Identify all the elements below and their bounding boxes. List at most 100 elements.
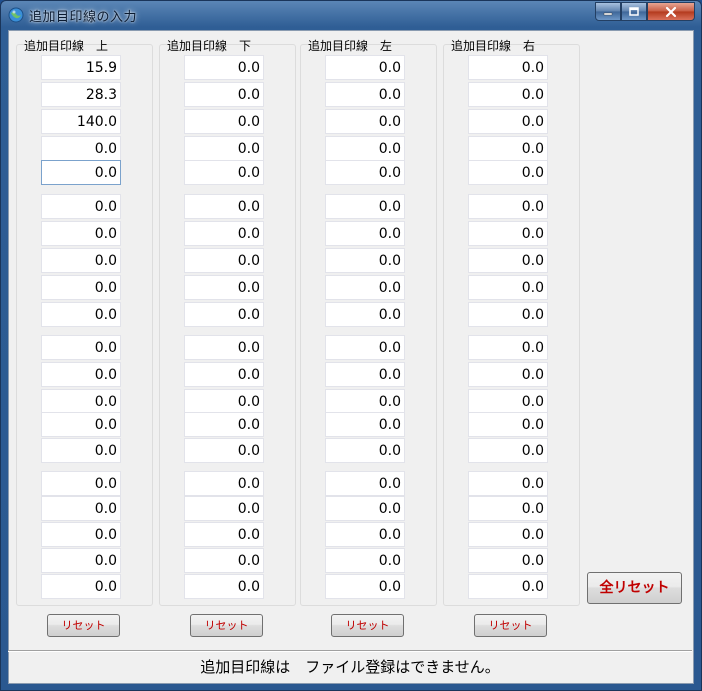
status-message: 追加目印線は ファイル登録はできません。 — [200, 658, 500, 676]
value-field-top-6[interactable] — [41, 194, 121, 219]
value-field-left-20[interactable] — [325, 574, 405, 599]
value-field-left-5[interactable] — [325, 160, 405, 185]
value-field-left-4[interactable] — [325, 136, 405, 161]
value-field-bottom-11[interactable] — [184, 335, 264, 360]
all-reset-button[interactable]: 全リセット — [587, 572, 682, 604]
value-field-left-6[interactable] — [325, 194, 405, 219]
value-field-bottom-6[interactable] — [184, 194, 264, 219]
value-field-top-5[interactable] — [41, 160, 121, 185]
value-field-right-2[interactable] — [468, 82, 548, 107]
value-field-top-1[interactable] — [41, 55, 121, 80]
value-field-right-16[interactable] — [468, 471, 548, 496]
value-field-left-12[interactable] — [325, 362, 405, 387]
column-label-left: 追加目印線 左 — [308, 39, 393, 53]
value-field-top-19[interactable] — [41, 548, 121, 573]
value-field-left-7[interactable] — [325, 221, 405, 246]
value-field-top-11[interactable] — [41, 335, 121, 360]
value-field-top-9[interactable] — [41, 275, 121, 300]
value-field-right-8[interactable] — [468, 248, 548, 273]
value-field-left-17[interactable] — [325, 496, 405, 521]
value-field-top-14[interactable] — [41, 412, 121, 437]
value-field-bottom-2[interactable] — [184, 82, 264, 107]
value-field-bottom-7[interactable] — [184, 221, 264, 246]
value-field-right-5[interactable] — [468, 160, 548, 185]
value-field-bottom-18[interactable] — [184, 522, 264, 547]
value-field-top-16[interactable] — [41, 471, 121, 496]
reset-button-left[interactable]: リセット — [331, 614, 404, 637]
globe-icon — [8, 7, 24, 23]
value-field-bottom-1[interactable] — [184, 55, 264, 80]
value-field-top-13[interactable] — [41, 389, 121, 414]
value-field-bottom-8[interactable] — [184, 248, 264, 273]
value-field-right-17[interactable] — [468, 496, 548, 521]
status-divider — [8, 650, 692, 652]
value-field-top-3[interactable] — [41, 109, 121, 134]
reset-button-right[interactable]: リセット — [474, 614, 547, 637]
value-field-top-18[interactable] — [41, 522, 121, 547]
value-field-bottom-14[interactable] — [184, 412, 264, 437]
value-field-left-18[interactable] — [325, 522, 405, 547]
value-field-right-12[interactable] — [468, 362, 548, 387]
value-field-left-16[interactable] — [325, 471, 405, 496]
reset-button-top[interactable]: リセット — [47, 614, 120, 637]
value-field-right-10[interactable] — [468, 302, 548, 327]
value-field-right-4[interactable] — [468, 136, 548, 161]
value-field-top-4[interactable] — [41, 136, 121, 161]
value-field-right-6[interactable] — [468, 194, 548, 219]
close-button[interactable] — [647, 2, 695, 21]
value-field-left-10[interactable] — [325, 302, 405, 327]
value-field-top-20[interactable] — [41, 574, 121, 599]
value-field-top-7[interactable] — [41, 221, 121, 246]
value-field-left-8[interactable] — [325, 248, 405, 273]
value-field-right-14[interactable] — [468, 412, 548, 437]
value-field-bottom-3[interactable] — [184, 109, 264, 134]
value-field-top-2[interactable] — [41, 82, 121, 107]
column-label-bottom: 追加目印線 下 — [167, 39, 252, 53]
value-field-right-11[interactable] — [468, 335, 548, 360]
value-field-right-13[interactable] — [468, 389, 548, 414]
value-field-bottom-20[interactable] — [184, 574, 264, 599]
value-field-bottom-4[interactable] — [184, 136, 264, 161]
value-field-left-19[interactable] — [325, 548, 405, 573]
value-field-top-12[interactable] — [41, 362, 121, 387]
maximize-button[interactable] — [621, 2, 647, 21]
value-field-bottom-15[interactable] — [184, 438, 264, 463]
value-field-right-9[interactable] — [468, 275, 548, 300]
window-title: 追加目印線の入力 — [29, 10, 138, 25]
value-field-bottom-12[interactable] — [184, 362, 264, 387]
value-field-right-7[interactable] — [468, 221, 548, 246]
value-field-left-2[interactable] — [325, 82, 405, 107]
value-field-top-8[interactable] — [41, 248, 121, 273]
value-field-left-13[interactable] — [325, 389, 405, 414]
minimize-button[interactable] — [595, 2, 621, 21]
maximize-icon — [629, 6, 639, 16]
value-field-right-20[interactable] — [468, 574, 548, 599]
value-field-bottom-13[interactable] — [184, 389, 264, 414]
value-field-left-15[interactable] — [325, 438, 405, 463]
value-field-right-15[interactable] — [468, 438, 548, 463]
title-bar[interactable]: 追加目印線の入力 — [1, 1, 701, 29]
value-field-right-3[interactable] — [468, 109, 548, 134]
value-field-right-18[interactable] — [468, 522, 548, 547]
value-field-left-1[interactable] — [325, 55, 405, 80]
value-field-bottom-5[interactable] — [184, 160, 264, 185]
value-field-right-1[interactable] — [468, 55, 548, 80]
value-field-right-19[interactable] — [468, 548, 548, 573]
value-field-left-9[interactable] — [325, 275, 405, 300]
column-label-top: 追加目印線 上 — [24, 39, 109, 53]
value-field-top-15[interactable] — [41, 438, 121, 463]
value-field-bottom-10[interactable] — [184, 302, 264, 327]
minimize-icon — [603, 12, 613, 15]
value-field-top-17[interactable] — [41, 496, 121, 521]
value-field-bottom-16[interactable] — [184, 471, 264, 496]
close-icon — [665, 6, 677, 17]
value-field-left-14[interactable] — [325, 412, 405, 437]
reset-button-bottom[interactable]: リセット — [190, 614, 263, 637]
value-field-bottom-17[interactable] — [184, 496, 264, 521]
column-label-right: 追加目印線 右 — [451, 39, 536, 53]
value-field-bottom-19[interactable] — [184, 548, 264, 573]
value-field-left-11[interactable] — [325, 335, 405, 360]
value-field-bottom-9[interactable] — [184, 275, 264, 300]
value-field-left-3[interactable] — [325, 109, 405, 134]
value-field-top-10[interactable] — [41, 302, 121, 327]
